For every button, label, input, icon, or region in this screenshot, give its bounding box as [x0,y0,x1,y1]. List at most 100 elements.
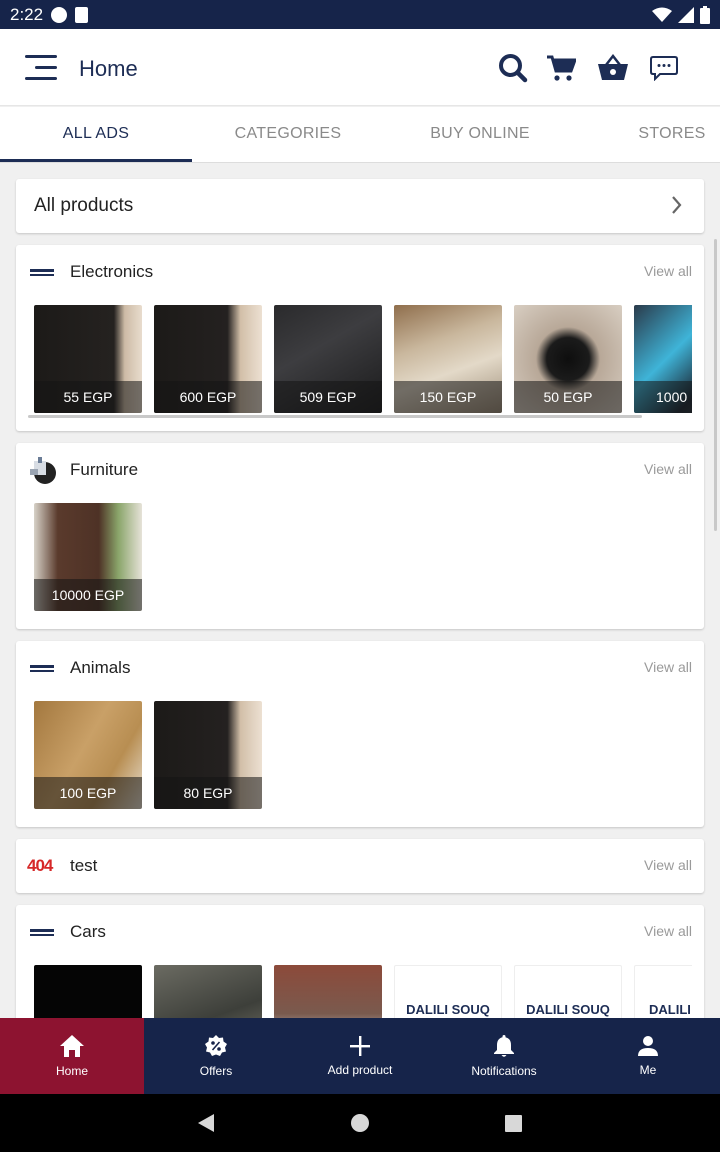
product-price: 1000 [634,381,692,413]
recents-icon[interactable] [505,1115,522,1132]
nav-label: Add product [327,1063,393,1077]
furniture-category-icon [30,457,56,484]
category-name: test [70,856,98,875]
product-thumbnail-row[interactable]: 55 EGP 600 EGP 509 EGP 150 EGP 50 EGP 10… [34,305,692,415]
view-all-link[interactable]: View all [644,461,692,477]
category-card-furniture: Furniture View all 10000 EGP [16,443,704,629]
product-thumbnail[interactable]: 600 EGP [154,305,262,413]
battery-icon [700,5,710,24]
main-content[interactable]: All products Electronics View all 55 EGP… [0,163,720,1018]
product-price: 55 EGP [34,381,142,413]
nav-me[interactable]: Me [576,1018,720,1094]
status-time: 2:22 [10,4,44,24]
product-thumbnail[interactable]: DALILI SOUQ [394,965,502,1018]
page-title: Home [79,56,138,81]
chat-icon[interactable] [647,51,681,85]
product-price: 600 EGP [154,381,262,413]
sd-card-icon [75,6,89,23]
chevron-right-icon [672,196,682,214]
view-all-link[interactable]: View all [644,857,692,873]
system-navigation-bar [0,1094,720,1152]
product-price: 50 EGP [514,381,622,413]
product-price: 509 EGP [274,381,382,413]
nav-label: Me [639,1063,657,1077]
category-card-animals: Animals View all 100 EGP 80 EGP [16,641,704,827]
product-thumbnail[interactable]: 80 EGP [154,701,262,809]
nav-offers[interactable]: Offers [144,1018,288,1094]
tab-all-ads[interactable]: ALL ADS [0,107,192,162]
bottom-navigation: Home Offers Add product Notifications Me [0,1018,720,1094]
product-thumbnail[interactable]: 10000 EGP [34,503,142,611]
view-all-link[interactable]: View all [644,263,692,279]
category-name: Furniture [70,460,139,479]
nav-label: Offers [199,1064,233,1078]
category-header: Cars View all [16,905,704,961]
dalili-souq-logo-icon [30,665,54,672]
dalili-souq-logo-icon [30,929,54,936]
cart-icon[interactable] [544,51,578,85]
product-thumbnail[interactable]: 100 EGP [34,701,142,809]
product-price: 100 EGP [34,777,142,809]
category-header: Animals View all [16,641,704,697]
product-thumbnail[interactable] [154,965,262,1018]
view-all-link[interactable]: View all [644,923,692,939]
percent-badge-icon [205,1035,227,1056]
app-bar: Home [0,29,720,106]
product-thumbnail[interactable]: 1000 [634,305,692,413]
all-products-label: All products [34,195,134,216]
category-card-electronics: Electronics View all 55 EGP 600 EGP 509 … [16,245,704,431]
category-header: Electronics View all [16,245,704,301]
nav-notifications[interactable]: Notifications [432,1018,576,1094]
wifi-icon [652,7,672,22]
brand-text: DALILI SOUQ [406,1002,490,1017]
product-thumbnail-row[interactable]: 100 EGP 80 EGP [34,701,692,811]
product-price: 80 EGP [154,777,262,809]
product-thumbnail[interactable]: 50 EGP [514,305,622,413]
product-thumbnail[interactable]: DALILI S [634,965,692,1018]
view-all-link[interactable]: View all [644,659,692,675]
horizontal-scrollbar[interactable] [28,415,642,418]
product-price: 150 EGP [394,381,502,413]
nav-add-product[interactable]: Add product [288,1018,432,1094]
product-thumbnail-row[interactable]: DALILI SOUQ DALILI SOUQ DALILI S [34,965,692,1018]
app-notification-icon [51,6,68,23]
back-icon[interactable] [197,1113,215,1133]
nav-home[interactable]: Home [0,1018,144,1094]
product-thumbnail[interactable]: 55 EGP [34,305,142,413]
product-thumbnail-row[interactable]: 10000 EGP [34,503,692,613]
all-products-row[interactable]: All products [16,179,704,233]
plus-icon [350,1036,370,1056]
tab-buy-online[interactable]: BUY ONLINE [384,107,576,162]
nav-label: Notifications [471,1064,537,1078]
bell-icon [494,1035,514,1057]
status-bar: 2:22 [0,0,720,29]
category-header: 404 test View all [16,839,704,895]
tab-stores[interactable]: STORES [576,107,720,162]
vertical-scrollbar[interactable] [714,239,717,531]
product-thumbnail[interactable] [274,965,382,1018]
category-name: Animals [70,658,131,677]
product-thumbnail[interactable]: 509 EGP [274,305,382,413]
search-icon[interactable] [496,51,530,85]
product-thumbnail[interactable]: 150 EGP [394,305,502,413]
person-icon [638,1036,658,1056]
brand-text: DALILI S [649,1002,692,1017]
signal-icon [678,6,694,23]
home-circle-icon[interactable] [351,1114,369,1132]
category-card-test: 404 test View all [16,839,704,893]
product-thumbnail[interactable] [34,965,142,1018]
home-icon [60,1035,84,1057]
product-price: 10000 EGP [34,579,142,611]
menu-icon[interactable] [25,55,57,81]
category-name: Cars [70,922,106,941]
brand-text: DALILI SOUQ [526,1002,610,1017]
basket-icon[interactable] [596,51,630,85]
dalili-souq-logo-icon [30,269,54,276]
nav-label: Home [55,1064,88,1078]
product-thumbnail[interactable]: DALILI SOUQ [514,965,622,1018]
category-header: Furniture View all [16,443,704,499]
tab-bar: ALL ADS CATEGORIES BUY ONLINE STORES [0,107,720,163]
tab-categories[interactable]: CATEGORIES [192,107,384,162]
category-card-cars: Cars View all DALILI SOUQ DALILI SOUQ DA… [16,905,704,1018]
category-name: Electronics [70,262,154,281]
